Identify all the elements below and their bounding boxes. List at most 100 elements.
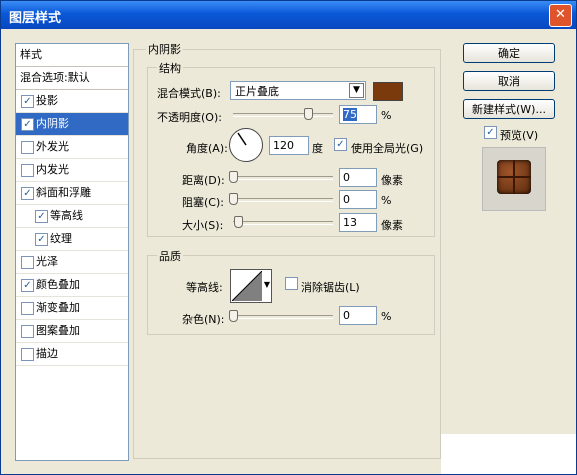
choke-slider-track[interactable] bbox=[233, 198, 333, 202]
size-value: 13 bbox=[343, 216, 357, 229]
contour-label: 等高线: bbox=[186, 281, 223, 294]
style-item[interactable]: ✓ 斜面和浮雕 bbox=[16, 182, 128, 205]
anti-alias-checkbox[interactable] bbox=[285, 277, 298, 290]
blend-mode-label: 混合模式(B): bbox=[157, 87, 221, 100]
style-item-checkbox[interactable]: ✓ bbox=[21, 187, 34, 200]
distance-label: 距离(D): bbox=[182, 174, 225, 187]
layer-style-dialog: 图层样式 ✕ 样式 混合选项:默认 ✓ 投影 ✓ 内阴影 外发光 内发光 ✓ 斜面和浮雕 ✓ 等高… bbox=[0, 0, 577, 475]
shadow-color-swatch[interactable] bbox=[373, 82, 403, 101]
preview-label: 预览(V) bbox=[500, 129, 539, 142]
watermark-area bbox=[441, 434, 576, 474]
angle-dial-needle-icon bbox=[237, 132, 247, 146]
style-item[interactable]: 描边 bbox=[16, 343, 128, 366]
style-item-checkbox[interactable] bbox=[21, 141, 34, 154]
style-item-label: 颜色叠加 bbox=[36, 278, 80, 291]
style-item-checkbox[interactable]: ✓ bbox=[21, 118, 34, 131]
style-item[interactable]: ✓ 等高线 bbox=[16, 205, 128, 228]
global-light-checkbox[interactable]: ✓ bbox=[334, 138, 347, 151]
styles-header[interactable]: 样式 bbox=[16, 44, 128, 67]
blend-mode-value: 正片叠底 bbox=[235, 85, 279, 98]
ok-button[interactable]: 确定 bbox=[463, 43, 555, 63]
noise-slider-track[interactable] bbox=[233, 315, 333, 319]
size-slider-thumb[interactable] bbox=[234, 216, 243, 228]
style-item[interactable]: 图案叠加 bbox=[16, 320, 128, 343]
style-item[interactable]: 渐变叠加 bbox=[16, 297, 128, 320]
noise-label: 杂色(N): bbox=[182, 313, 225, 326]
style-item-checkbox[interactable] bbox=[21, 302, 34, 315]
choke-label: 阻塞(C): bbox=[182, 196, 224, 209]
style-item-checkbox[interactable] bbox=[21, 325, 34, 338]
style-item-checkbox[interactable]: ✓ bbox=[35, 210, 48, 223]
distance-unit: 像素 bbox=[381, 174, 403, 187]
opacity-percent: % bbox=[381, 109, 392, 122]
opacity-slider-track[interactable] bbox=[233, 113, 333, 117]
noise-input[interactable]: 0 bbox=[339, 306, 377, 325]
style-item-label: 内发光 bbox=[36, 163, 69, 176]
dialog-title: 图层样式 bbox=[9, 11, 62, 26]
preview-checkbox[interactable]: ✓ bbox=[484, 126, 497, 139]
style-item-label: 等高线 bbox=[50, 209, 83, 222]
style-item-checkbox[interactable] bbox=[21, 256, 34, 269]
global-light-label: 使用全局光(G) bbox=[351, 142, 424, 155]
style-item[interactable]: ✓ 内阴影 bbox=[16, 113, 128, 136]
style-preview-thumbnail bbox=[482, 147, 546, 211]
style-item[interactable]: 内发光 bbox=[16, 159, 128, 182]
inner-shadow-title: 内阴影 bbox=[146, 41, 183, 57]
style-item[interactable]: ✓ 纹理 bbox=[16, 228, 128, 251]
noise-slider-thumb[interactable] bbox=[229, 310, 238, 322]
angle-label: 角度(A): bbox=[186, 142, 228, 155]
choke-input[interactable]: 0 bbox=[339, 190, 377, 209]
close-button[interactable]: ✕ bbox=[549, 4, 572, 27]
anti-alias-label: 消除锯齿(L) bbox=[301, 281, 360, 294]
style-item-checkbox[interactable] bbox=[21, 348, 34, 361]
blending-options-item[interactable]: 混合选项:默认 bbox=[16, 67, 128, 90]
opacity-input[interactable]: 75 bbox=[339, 105, 377, 124]
size-label: 大小(S): bbox=[182, 219, 224, 232]
distance-slider-track[interactable] bbox=[233, 176, 333, 180]
styles-list: 样式 混合选项:默认 ✓ 投影 ✓ 内阴影 外发光 内发光 ✓ 斜面和浮雕 ✓ 等高线 ✓ 纹理 光泽 ✓… bbox=[15, 43, 129, 461]
style-item-checkbox[interactable] bbox=[21, 164, 34, 177]
style-item-label: 投影 bbox=[36, 94, 58, 107]
contour-curve-icon bbox=[232, 271, 262, 301]
size-input[interactable]: 13 bbox=[339, 213, 377, 232]
style-item-label: 渐变叠加 bbox=[36, 301, 80, 314]
angle-degree-unit: 度 bbox=[312, 142, 323, 155]
style-item-label: 外发光 bbox=[36, 140, 69, 153]
opacity-label: 不透明度(O): bbox=[157, 111, 222, 124]
style-item-label: 光泽 bbox=[36, 255, 58, 268]
structure-title: 结构 bbox=[157, 60, 183, 76]
distance-value: 0 bbox=[343, 171, 350, 184]
contour-dropdown-icon: ▼ bbox=[263, 280, 270, 289]
noise-unit: % bbox=[381, 310, 392, 323]
choke-slider-thumb[interactable] bbox=[229, 193, 238, 205]
quality-title: 品质 bbox=[157, 248, 183, 264]
distance-slider-thumb[interactable] bbox=[229, 171, 238, 183]
style-item-label: 图案叠加 bbox=[36, 324, 80, 337]
style-item[interactable]: 光泽 bbox=[16, 251, 128, 274]
new-style-button[interactable]: 新建样式(W)... bbox=[463, 99, 555, 119]
noise-value: 0 bbox=[343, 309, 350, 322]
size-unit: 像素 bbox=[381, 219, 403, 232]
angle-dial[interactable] bbox=[229, 128, 263, 162]
style-item-label: 内阴影 bbox=[36, 117, 69, 130]
opacity-slider-thumb[interactable] bbox=[304, 108, 313, 120]
size-slider-track[interactable] bbox=[233, 221, 333, 225]
style-item[interactable]: ✓ 投影 bbox=[16, 90, 128, 113]
style-item[interactable]: 外发光 bbox=[16, 136, 128, 159]
chevron-down-icon: ▼ bbox=[349, 83, 364, 98]
angle-value: 120 bbox=[273, 139, 294, 152]
style-item-label: 斜面和浮雕 bbox=[36, 186, 91, 199]
style-item-label: 描边 bbox=[36, 347, 58, 360]
preview-tile-image bbox=[497, 160, 531, 194]
style-item-checkbox[interactable]: ✓ bbox=[21, 95, 34, 108]
style-item[interactable]: ✓ 颜色叠加 bbox=[16, 274, 128, 297]
angle-input[interactable]: 120 bbox=[269, 136, 309, 155]
contour-picker[interactable]: ▼ bbox=[230, 269, 272, 303]
style-item-label: 纹理 bbox=[50, 232, 72, 245]
style-item-checkbox[interactable]: ✓ bbox=[35, 233, 48, 246]
cancel-button[interactable]: 取消 bbox=[463, 71, 555, 91]
style-item-checkbox[interactable]: ✓ bbox=[21, 279, 34, 292]
distance-input[interactable]: 0 bbox=[339, 168, 377, 187]
blend-mode-select[interactable]: 正片叠底 ▼ bbox=[230, 81, 366, 100]
choke-value: 0 bbox=[343, 193, 350, 206]
